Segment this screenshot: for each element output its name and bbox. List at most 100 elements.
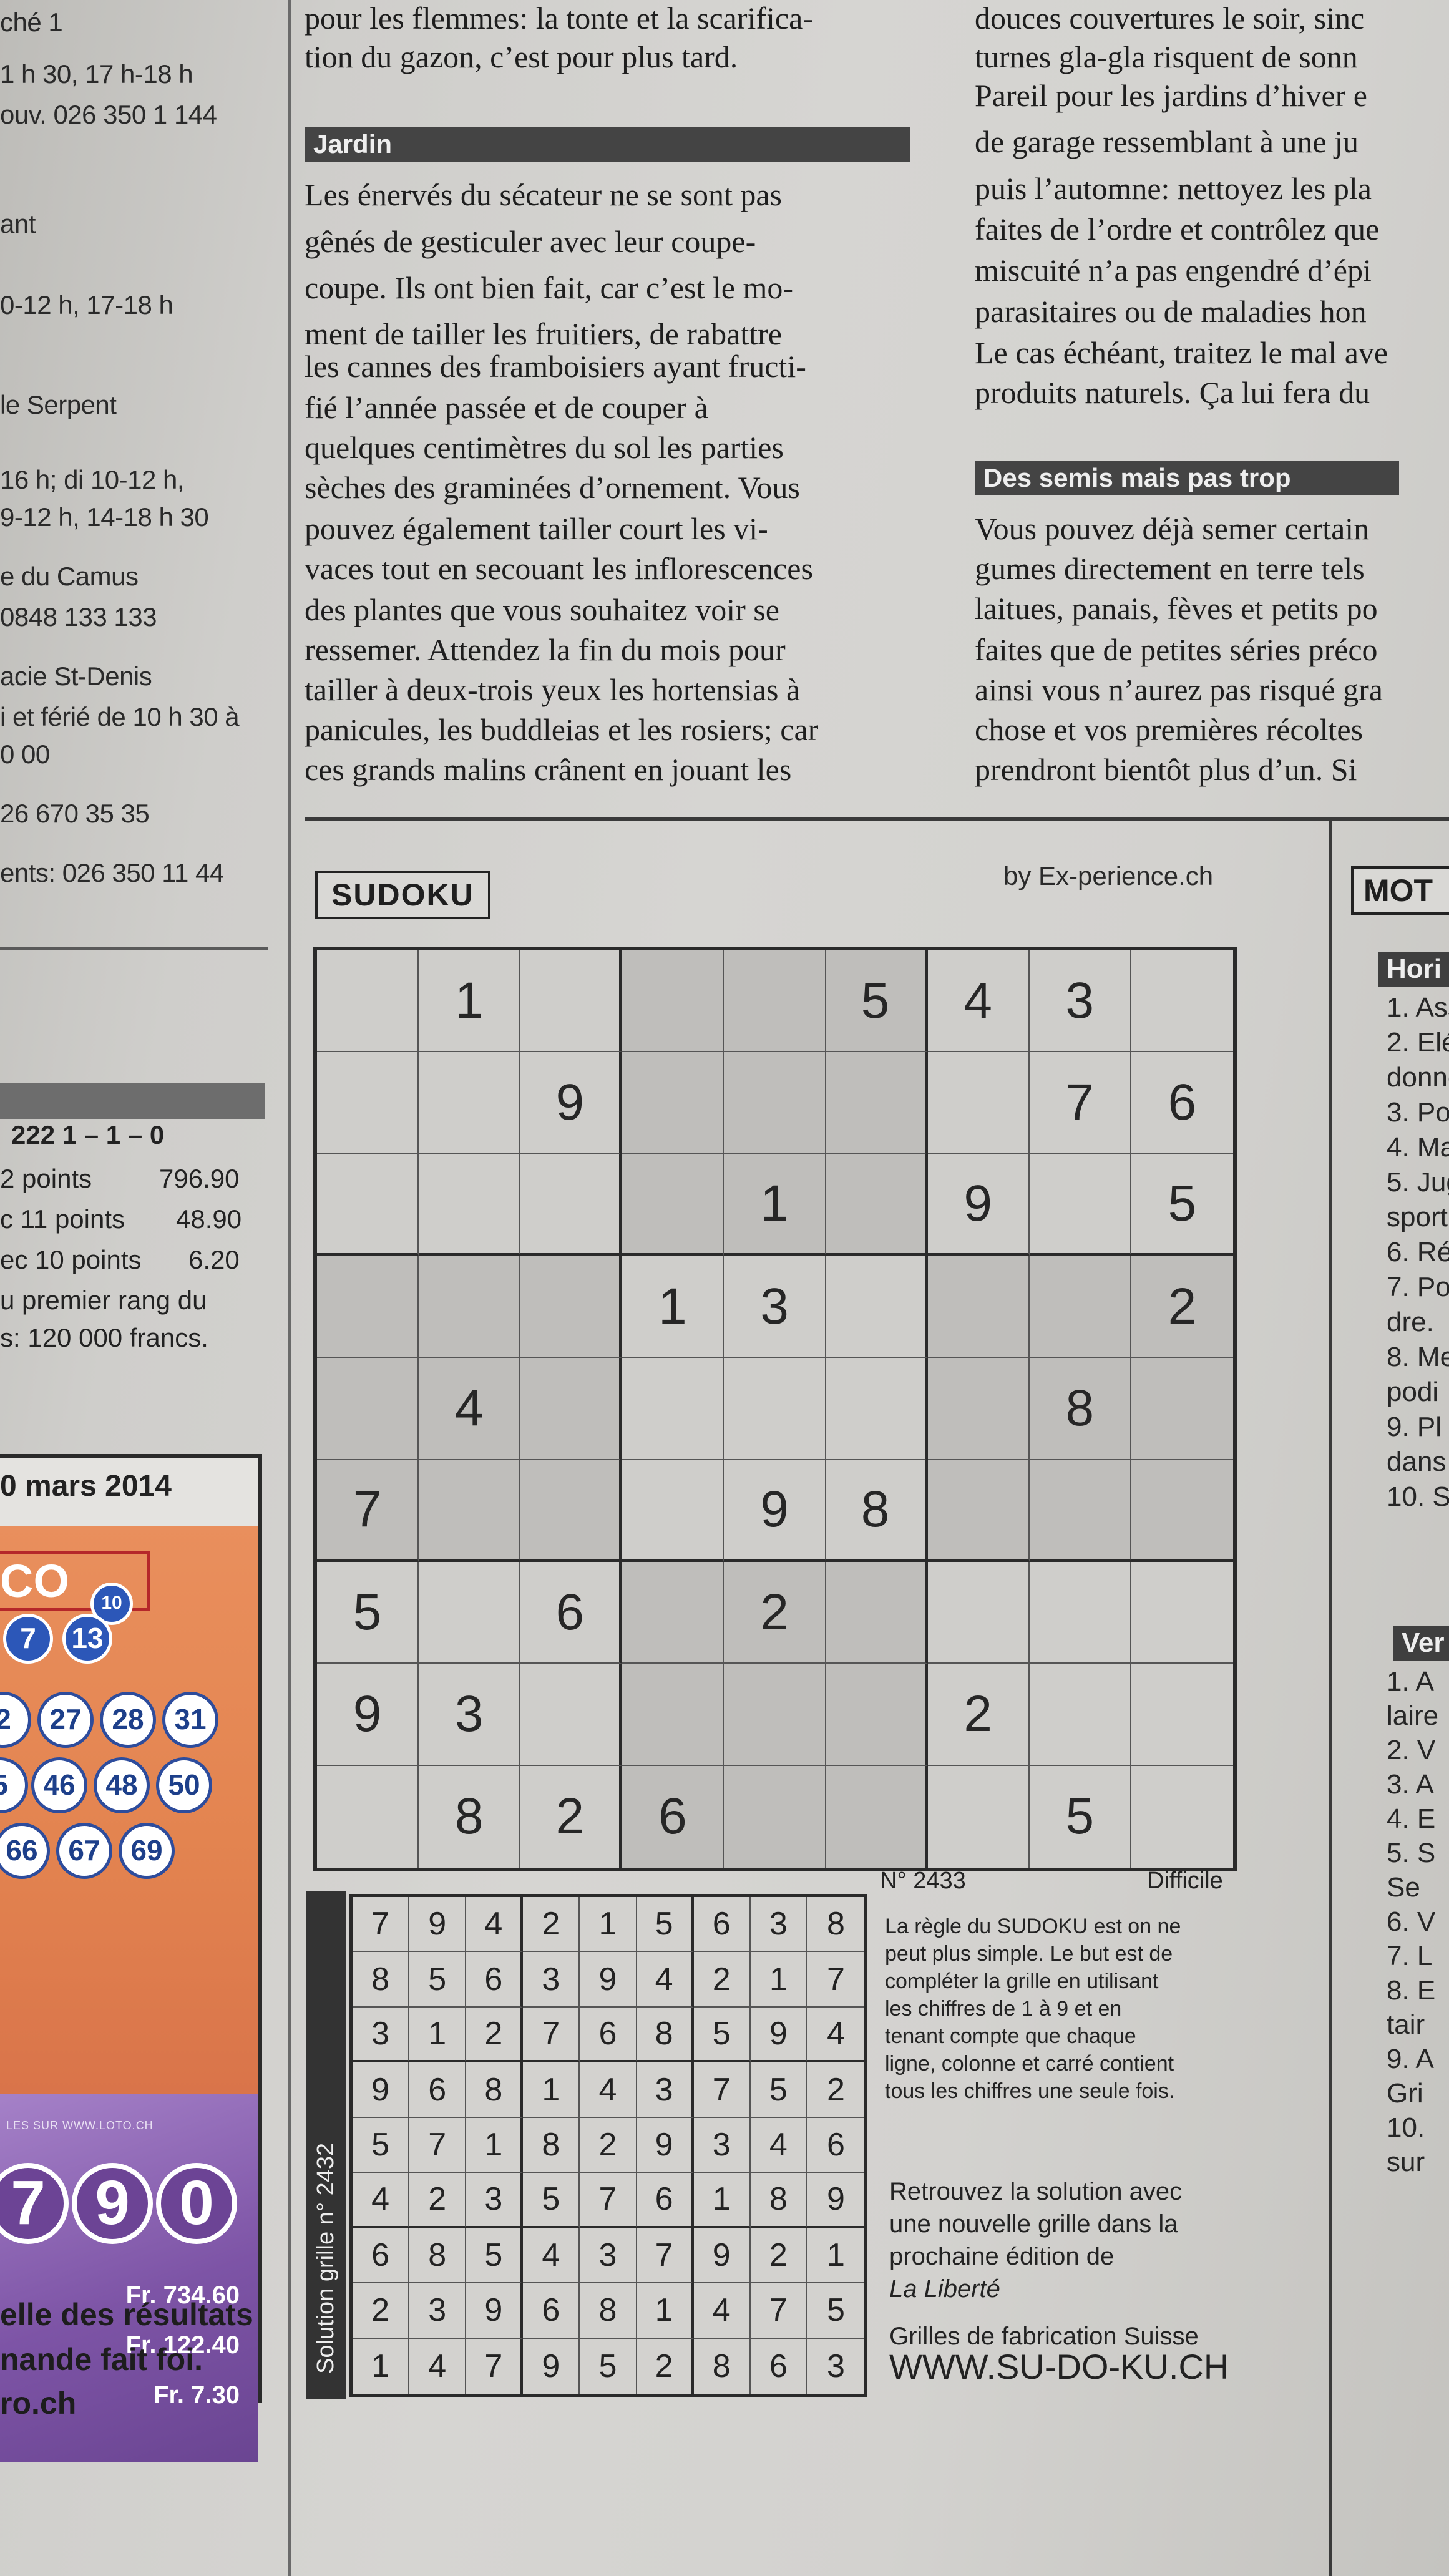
sudoku-cell[interactable]: 5 [317, 1561, 419, 1664]
sudoku-cell[interactable] [927, 1561, 1030, 1664]
sudoku-cell[interactable]: 8 [826, 1460, 928, 1562]
sudoku-cell[interactable]: 2 [724, 1561, 826, 1664]
sudoku-cell[interactable] [622, 1664, 724, 1766]
sudoku-cell[interactable]: 3 [419, 1664, 521, 1766]
sudoku-cell[interactable]: 5 [1030, 1765, 1131, 1868]
sudoku-cell[interactable] [826, 1256, 928, 1359]
sudoku-cell[interactable] [317, 950, 419, 1053]
sudoku-cell[interactable]: 1 [622, 1256, 724, 1359]
sudoku-cell[interactable] [317, 1256, 419, 1359]
sudoku-cell[interactable]: 2 [1131, 1256, 1233, 1359]
sudoku-url[interactable]: WWW.SU-DO-KU.CH [889, 2346, 1229, 2387]
sudoku-cell[interactable]: 9 [927, 1154, 1030, 1256]
sudoku-cell[interactable] [622, 950, 724, 1053]
sudoku-cell[interactable] [520, 950, 623, 1053]
sudoku-cell[interactable]: 6 [622, 1765, 724, 1868]
crossword-clue: dre. [1387, 1307, 1434, 1337]
sudoku-cell[interactable] [520, 1358, 623, 1460]
sudoku-cell[interactable] [927, 1460, 1030, 1562]
sudoku-cell[interactable] [1029, 1256, 1131, 1359]
crossword-clue: 5. Jug [1387, 1167, 1449, 1198]
solution-cell: 9 [693, 2228, 751, 2284]
crossword-clue: tair [1387, 2009, 1425, 2040]
sudoku-cell[interactable]: 9 [724, 1460, 826, 1562]
sudoku-cell[interactable]: 8 [1029, 1358, 1131, 1460]
sudoku-cell[interactable] [927, 1052, 1030, 1154]
article-line: des plantes que vous souhaitez voir se [305, 592, 779, 627]
sudoku-cell[interactable] [826, 1052, 928, 1154]
solution-cell: 4 [807, 2008, 864, 2063]
rules-line: tenant compte que chaque [885, 2024, 1136, 2048]
sudoku-cell[interactable]: 4 [927, 950, 1030, 1053]
sudoku-cell[interactable]: 3 [724, 1256, 826, 1359]
sudoku-cell[interactable] [1131, 950, 1233, 1053]
sudoku-cell[interactable] [622, 1154, 724, 1256]
sudoku-cell[interactable] [419, 1460, 521, 1562]
lotto-row-amount: 48.90 [176, 1204, 242, 1234]
sudoku-cell[interactable] [1131, 1562, 1233, 1664]
sudoku-cell[interactable] [622, 1052, 724, 1154]
article-line: ment de tailler les fruitiers, de rabatt… [305, 316, 782, 351]
sudoku-cell[interactable] [826, 1561, 928, 1664]
crossword-clue: 1. A [1387, 1666, 1434, 1697]
sudoku-cell[interactable] [520, 1664, 623, 1766]
sudoku-cell[interactable] [317, 1765, 419, 1868]
sudoku-cell[interactable]: 7 [1029, 1052, 1131, 1154]
sudoku-cell[interactable] [622, 1460, 724, 1562]
sudoku-cell[interactable] [826, 1358, 928, 1460]
sudoku-cell[interactable] [622, 1358, 724, 1460]
sudoku-cell[interactable]: 5 [826, 950, 928, 1053]
sudoku-cell[interactable] [1029, 1460, 1131, 1562]
sudoku-cell[interactable] [826, 1765, 928, 1868]
sudoku-cell[interactable]: 6 [1131, 1052, 1233, 1154]
sudoku-cell[interactable] [520, 1460, 623, 1562]
sudoku-grid[interactable]: 1543976195132487985629328265 [313, 947, 1237, 1871]
sudoku-cell[interactable] [724, 1765, 826, 1868]
sudoku-cell[interactable] [317, 1358, 419, 1460]
sudoku-title: SUDOKU [315, 871, 490, 919]
sudoku-cell[interactable] [1029, 1154, 1131, 1256]
sudoku-cell[interactable] [826, 1154, 928, 1256]
horizontal-heading: Hori [1378, 952, 1449, 987]
sudoku-cell[interactable] [622, 1561, 724, 1664]
sudoku-cell[interactable] [1029, 1561, 1131, 1664]
sudoku-cell[interactable]: 8 [419, 1765, 521, 1868]
sudoku-cell[interactable] [724, 1664, 826, 1766]
sudoku-cell[interactable] [1131, 1664, 1233, 1766]
sudoku-cell[interactable] [1131, 1358, 1233, 1460]
sudoku-cell[interactable] [317, 1052, 419, 1154]
sudoku-cell[interactable] [927, 1256, 1030, 1359]
sudoku-cell[interactable] [419, 1154, 521, 1256]
sudoku-cell[interactable] [419, 1561, 521, 1664]
sudoku-cell[interactable] [724, 1052, 826, 1154]
sudoku-cell[interactable]: 9 [520, 1052, 623, 1154]
sudoku-cell[interactable] [927, 1358, 1030, 1460]
sudoku-cell[interactable] [826, 1664, 928, 1766]
newspaper-name: La Liberté [889, 2275, 1000, 2303]
sudoku-cell[interactable] [419, 1256, 521, 1359]
sudoku-cell[interactable]: 9 [317, 1664, 419, 1766]
sudoku-cell[interactable] [724, 950, 826, 1053]
sudoku-cell[interactable]: 6 [520, 1561, 623, 1664]
sudoku-cell[interactable] [1131, 1766, 1233, 1868]
sudoku-cell[interactable] [1029, 1664, 1131, 1766]
sudoku-cell[interactable]: 7 [317, 1460, 419, 1562]
sudoku-cell[interactable]: 4 [419, 1358, 521, 1460]
sudoku-cell[interactable] [1131, 1460, 1233, 1562]
solution-cell: 8 [694, 2338, 751, 2394]
sudoku-cell[interactable] [317, 1154, 419, 1256]
sudoku-cell[interactable]: 2 [520, 1765, 623, 1868]
sudoku-cell[interactable] [419, 1052, 521, 1154]
ad-footer-line: ro.ch [0, 2386, 77, 2421]
sudoku-cell[interactable] [928, 1765, 1030, 1868]
sudoku-cell[interactable] [724, 1358, 826, 1460]
listing-line: ents: 026 350 11 44 [0, 858, 224, 887]
sudoku-cell[interactable]: 1 [419, 950, 521, 1053]
sudoku-cell[interactable] [520, 1256, 623, 1359]
sudoku-cell[interactable] [520, 1154, 623, 1256]
solution-cell: 3 [580, 2228, 637, 2284]
sudoku-cell[interactable]: 3 [1029, 950, 1131, 1053]
sudoku-cell[interactable]: 1 [724, 1154, 826, 1256]
sudoku-cell[interactable]: 5 [1131, 1154, 1233, 1256]
sudoku-cell[interactable]: 2 [927, 1664, 1030, 1766]
